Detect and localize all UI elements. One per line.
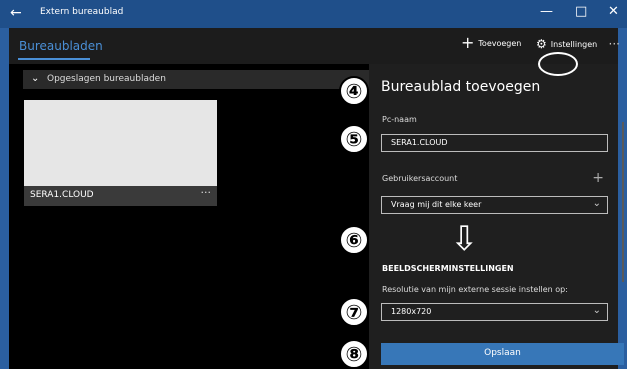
annotation-8: ⑧	[339, 339, 369, 369]
settings-label: Instellingen	[550, 39, 598, 49]
add-label: Toevoegen	[478, 38, 522, 48]
desktop-tile-thumbnail[interactable]	[24, 100, 217, 186]
saved-desktops-group[interactable]: ⌄ Opgeslagen bureaubladen	[23, 70, 369, 89]
window-title: Extern bureaublad	[40, 7, 124, 17]
save-button[interactable]: Opslaan	[381, 343, 624, 365]
user-account-value: Vraag mij dit elke keer	[391, 200, 482, 209]
pc-name-label: Pc-naam	[382, 115, 417, 124]
resolution-label: Resolutie van mijn externe sessie instel…	[382, 285, 568, 294]
saved-group-label: Opgeslagen bureaubladen	[47, 74, 166, 84]
chevron-down-icon: ⌄	[592, 198, 601, 209]
tab-underline	[18, 58, 90, 60]
resolution-select[interactable]: 1280x720 ⌄	[381, 303, 608, 321]
back-arrow-icon[interactable]: ←	[10, 5, 22, 21]
chevron-down-icon: ⌄	[592, 305, 601, 316]
chevron-down-icon: ⌄	[31, 73, 40, 84]
desktop-tile-name: SERA1.CLOUD	[30, 190, 94, 200]
add-desktop-panel: Bureaublad toevoegen Pc-naam SERA1.CLOUD…	[369, 64, 624, 369]
user-account-label: Gebruikersaccount	[382, 174, 458, 183]
window-edge-left	[0, 28, 9, 369]
app-window: ← Extern bureaublad — □ ✕ Bureaubladen +…	[0, 0, 627, 369]
user-account-select[interactable]: Vraag mij dit elke keer ⌄	[381, 196, 608, 214]
desktop-tile-footer[interactable]: SERA1.CLOUD ···	[24, 186, 217, 206]
minimize-button[interactable]: —	[540, 4, 553, 19]
panel-title: Bureaublad toevoegen	[381, 79, 541, 95]
display-settings-heading: BEELDSCHERMINSTELLINGEN	[382, 264, 514, 273]
header-bar: Bureaubladen + Toevoegen ⚙ Instellingen …	[9, 28, 620, 64]
tile-more-icon[interactable]: ···	[201, 186, 212, 199]
title-bar: ← Extern bureaublad — □ ✕	[0, 0, 627, 28]
maximize-button[interactable]: □	[575, 4, 587, 19]
highlight-oval	[538, 52, 578, 76]
annotation-7: ⑦	[339, 297, 369, 327]
annotation-4: ④	[339, 76, 369, 106]
resolution-value: 1280x720	[391, 307, 432, 316]
settings-button[interactable]: ⚙ Instellingen	[536, 37, 597, 51]
plus-icon: +	[461, 33, 475, 52]
add-button[interactable]: + Toevoegen	[461, 33, 522, 52]
annotation-5: ⑤	[339, 124, 369, 154]
annotation-6: ⑥	[339, 225, 369, 255]
pc-name-value: SERA1.CLOUD	[391, 138, 448, 147]
close-button[interactable]: ✕	[608, 4, 619, 19]
down-arrow-icon: ⇩	[450, 219, 479, 259]
gear-icon: ⚙	[536, 37, 547, 51]
pc-name-input[interactable]: SERA1.CLOUD	[381, 134, 608, 152]
tab-bureaubladen[interactable]: Bureaubladen	[19, 39, 103, 53]
add-account-icon[interactable]: +	[592, 170, 604, 186]
panel-scrollbar[interactable]	[622, 122, 624, 282]
more-options-icon[interactable]: ···	[609, 37, 620, 51]
save-label: Opslaan	[484, 348, 521, 358]
